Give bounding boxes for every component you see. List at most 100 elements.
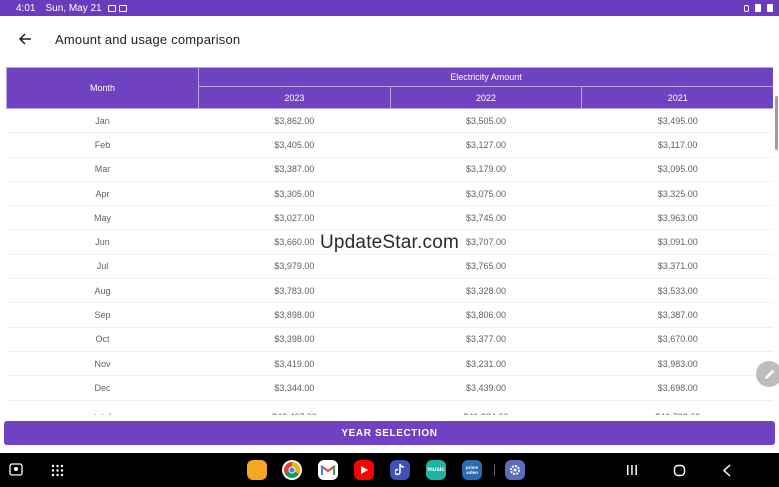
- month-cell: Nov: [6, 351, 199, 377]
- home-icon[interactable]: [673, 464, 686, 477]
- app-bar: Amount and usage comparison: [0, 16, 779, 62]
- year-column-header: 2021: [581, 86, 773, 109]
- amount-cell: $3,325.00: [581, 181, 773, 207]
- amount-cell: $3,305.00: [198, 181, 391, 207]
- month-cell: Mar: [6, 157, 199, 182]
- status-bar: 4:01 Sun, May 21: [0, 0, 779, 16]
- amount-cell: $3,963.00: [581, 205, 773, 231]
- amount-cell: $3,231.00: [390, 351, 582, 377]
- back-button[interactable]: [0, 16, 50, 62]
- amount-cell: $3,117.00: [581, 132, 773, 158]
- table-row: Oct $3,398.00 $3,377.00 $3,670.00: [6, 327, 773, 352]
- table-header: Month Electricity Amount 2023 2022 2021: [6, 67, 773, 109]
- amount-cell: $3,495.00: [581, 108, 773, 134]
- back-nav-icon[interactable]: [722, 464, 732, 477]
- edit-fab-button[interactable]: [756, 361, 779, 387]
- pencil-icon: [764, 369, 774, 379]
- settings-icon[interactable]: [505, 460, 525, 480]
- amount-cell: $3,405.00: [198, 132, 391, 158]
- status-date: Sun, May 21: [45, 2, 102, 14]
- apps-grid-icon[interactable]: [51, 464, 64, 477]
- amount-cell: $3,344.00: [198, 375, 391, 401]
- files-icon[interactable]: [247, 460, 267, 480]
- table-row: Jul $3,979.00 $3,765.00 $3,371.00: [6, 254, 773, 280]
- year-selection-button[interactable]: YEAR SELECTION: [4, 421, 775, 445]
- amount-cell: $3,698.00: [581, 375, 773, 401]
- year-column-header: 2022: [389, 86, 583, 109]
- image-notification-icon: [118, 4, 127, 12]
- battery-icon: [767, 4, 773, 12]
- year-column-header: 2023: [198, 86, 391, 109]
- gallery-notification-icon: [107, 4, 116, 12]
- amount-cell: $3,439.00: [390, 375, 582, 401]
- music-note-icon: [395, 464, 405, 476]
- table-row: Feb $3,405.00 $3,127.00 $3,117.00: [6, 132, 773, 158]
- youtube-icon[interactable]: [354, 460, 374, 480]
- edge-panel-icon[interactable]: [9, 463, 23, 477]
- navigation-bar: music prime video: [0, 453, 779, 487]
- table-row: May $3,027.00 $3,745.00 $3,963.00: [6, 205, 773, 231]
- status-icons: [744, 4, 773, 12]
- amount-cell: $3,387.00: [198, 157, 391, 182]
- amount-cell: $3,505.00: [390, 108, 582, 134]
- total-amount-cell: $41,728.00: [581, 400, 773, 415]
- amount-cell: $3,179.00: [390, 157, 582, 182]
- total-amount-cell: $41,284.00: [390, 400, 582, 415]
- month-cell: Dec: [6, 375, 199, 401]
- chrome-icon[interactable]: [282, 460, 302, 480]
- amount-cell: $3,377.00: [390, 327, 582, 352]
- wifi-icon: [755, 4, 761, 12]
- month-cell: Jul: [6, 254, 199, 280]
- table-row: Sep $3,898.00 $3,806.00 $3,387.00: [6, 302, 773, 328]
- total-row: total $42,467.00 $41,284.00 $41,728.00: [6, 400, 773, 415]
- amazon-music-icon[interactable]: music: [426, 460, 446, 480]
- table-scrollbar[interactable]: [775, 96, 778, 150]
- amount-cell: $3,398.00: [198, 327, 391, 352]
- amount-cell: $3,765.00: [390, 254, 582, 280]
- table-row: Nov $3,419.00 $3,231.00 $3,983.00: [6, 351, 773, 377]
- month-cell: Jan: [6, 108, 199, 134]
- arrow-left-icon: [18, 33, 31, 45]
- amount-cell: $3,127.00: [390, 132, 582, 158]
- amount-cell: $3,419.00: [198, 351, 391, 377]
- amount-cell: $3,783.00: [198, 278, 391, 304]
- total-label-cell: total: [6, 400, 199, 415]
- bluetooth-icon: [744, 4, 749, 12]
- table-row: Dec $3,344.00 $3,439.00 $3,698.00: [6, 375, 773, 401]
- table-row: Apr $3,305.00 $3,075.00 $3,325.00: [6, 181, 773, 207]
- table-body: Jan $3,862.00 $3,505.00 $3,495.00 Feb $3…: [6, 108, 773, 415]
- month-cell: Sep: [6, 302, 199, 328]
- month-cell: Aug: [6, 278, 199, 304]
- month-cell: Apr: [6, 181, 199, 207]
- amount-cell: $3,898.00: [198, 302, 391, 328]
- prime-video-icon[interactable]: prime video: [462, 460, 482, 480]
- watermark: UpdateStar.com: [319, 232, 460, 253]
- amount-cell: $3,095.00: [581, 157, 773, 182]
- table-row: Mar $3,387.00 $3,179.00 $3,095.00: [6, 157, 773, 182]
- prime-video-label: prime video: [465, 465, 479, 475]
- month-cell: May: [6, 205, 199, 231]
- amount-cell: $3,328.00: [390, 278, 582, 304]
- status-time: 4:01: [16, 2, 36, 14]
- amount-cell: $3,979.00: [198, 254, 391, 280]
- amount-cell: $3,387.00: [581, 302, 773, 328]
- amount-cell: $3,533.00: [581, 278, 773, 304]
- recent-apps-icon[interactable]: [626, 464, 638, 476]
- amount-cell: $3,862.00: [198, 108, 391, 134]
- table-row: Aug $3,783.00 $3,328.00 $3,533.00: [6, 278, 773, 304]
- tiktok-icon[interactable]: [390, 460, 410, 480]
- app-screen: 4:01 Sun, May 21 Amount and usage compar…: [0, 0, 779, 487]
- gmail-icon[interactable]: [318, 460, 338, 480]
- gmail-logo: [320, 465, 336, 475]
- electricity-amount-header: Electricity Amount: [197, 67, 773, 87]
- amount-cell: $3,371.00: [581, 254, 773, 280]
- total-amount-cell: $42,467.00: [198, 400, 391, 415]
- amount-cell: $3,806.00: [390, 302, 582, 328]
- month-column-header: Month: [6, 67, 199, 109]
- amount-cell: $3,745.00: [390, 205, 582, 231]
- table-row: Jan $3,862.00 $3,505.00 $3,495.00: [6, 108, 773, 134]
- month-cell: Oct: [6, 327, 199, 352]
- chrome-logo: [284, 462, 300, 478]
- taskbar-divider: [494, 464, 495, 476]
- month-cell: Feb: [6, 132, 199, 158]
